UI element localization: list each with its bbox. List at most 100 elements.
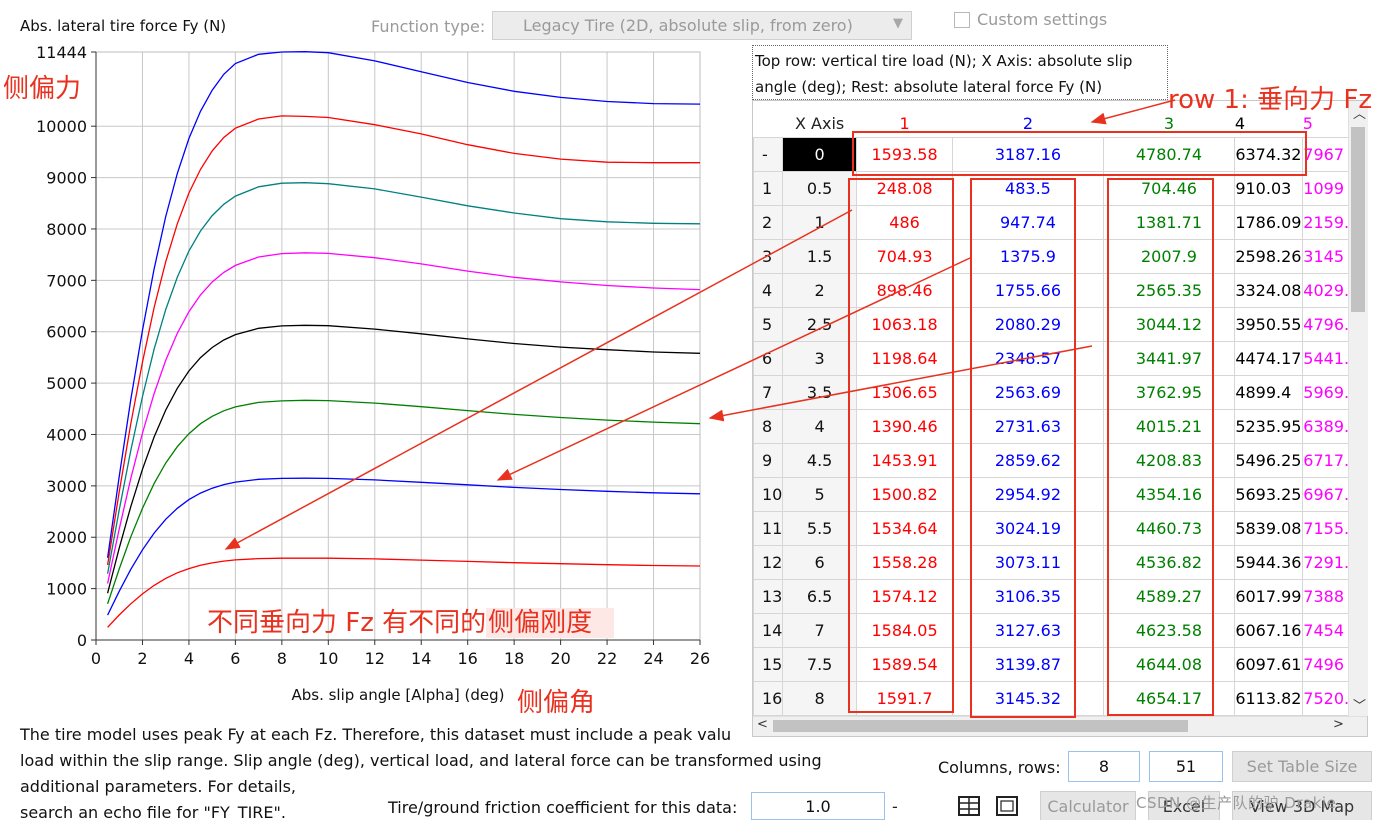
force-cell[interactable]: 3950.55 <box>1234 306 1304 342</box>
force-cell[interactable]: 6113.82 <box>1234 680 1304 716</box>
row1-highlight-box <box>852 131 1307 176</box>
x-axis-label: Abs. slip angle [Alpha] (deg) <box>291 686 504 704</box>
y-tick-label: 11444 <box>36 43 87 62</box>
row-number: 3 <box>753 238 784 274</box>
force-cell[interactable]: 5839.08 <box>1234 510 1304 546</box>
corner-cell <box>754 101 783 137</box>
series-line-7 <box>106 115 700 566</box>
annotation-stiffness: 不同垂向力 Fz 有不同的侧偏刚度 <box>207 602 615 639</box>
x-tick-label: 14 <box>411 649 431 668</box>
x-tick-label: 4 <box>184 649 194 668</box>
force-cell[interactable]: 5496.25 <box>1234 442 1304 478</box>
x-tick-label: 8 <box>277 649 287 668</box>
force-cell[interactable]: 2598.26 <box>1234 238 1304 274</box>
y-tick-label: 7000 <box>46 271 87 290</box>
xaxis-cell-selected[interactable]: 0 <box>782 136 857 172</box>
xaxis-cell[interactable]: 1 <box>782 204 857 240</box>
row-number: 5 <box>753 306 784 342</box>
vertical-scroll-thumb[interactable] <box>1351 127 1365 312</box>
table-view-button[interactable] <box>956 794 984 820</box>
xaxis-cell[interactable]: 4 <box>782 408 857 444</box>
x-tick-label: 10 <box>318 649 338 668</box>
row-number: 10 <box>753 476 784 512</box>
x-tick-label: 20 <box>550 649 570 668</box>
custom-settings-checkbox[interactable] <box>954 12 970 28</box>
force-cell[interactable]: 4474.17 <box>1234 340 1304 376</box>
xaxis-cell[interactable]: 4.5 <box>782 442 857 478</box>
x-tick-label: 22 <box>597 649 617 668</box>
plot-view-button[interactable] <box>994 794 1022 820</box>
y-tick-label: 0 <box>77 631 87 650</box>
watermark: CSDN @生产队的驴 Drakie <box>1136 794 1337 812</box>
force-cell[interactable]: 5693.25 <box>1234 476 1304 512</box>
xaxis-cell[interactable]: 1.5 <box>782 238 857 274</box>
set-table-size-button[interactable]: Set Table Size <box>1232 751 1372 782</box>
col3-highlight-box <box>1107 178 1214 716</box>
y-tick-label: 2000 <box>46 528 87 547</box>
hint-line-1: Top row: vertical tire load (N); X Axis:… <box>755 52 1133 70</box>
table-hint: Top row: vertical tire load (N); X Axis:… <box>752 45 1168 100</box>
function-type-select[interactable]: Legacy Tire (2D, absolute slip, from zer… <box>492 11 912 40</box>
xaxis-cell[interactable]: 5 <box>782 476 857 512</box>
y-tick-label: 1000 <box>46 580 87 599</box>
force-cell[interactable]: 6067.16 <box>1234 612 1304 648</box>
xaxis-cell[interactable]: 3.5 <box>782 374 857 410</box>
series-line-3 <box>106 399 701 605</box>
row-number: 16 <box>753 680 784 716</box>
row-number: 13 <box>753 578 784 614</box>
plot-frame <box>95 51 701 641</box>
x-tick-label: 12 <box>365 649 385 668</box>
row-number: 8 <box>753 408 784 444</box>
rows-input[interactable]: 51 <box>1149 751 1223 782</box>
x-tick-label: 0 <box>91 649 101 668</box>
xaxis-cell[interactable]: 7 <box>782 612 857 648</box>
friction-label: Tire/ground friction coefficient for thi… <box>388 798 738 817</box>
xaxis-cell[interactable]: 2 <box>782 272 857 308</box>
hint-line-2: angle (deg); Rest: absolute lateral forc… <box>755 78 1103 96</box>
force-cell[interactable]: 3324.08 <box>1234 272 1304 308</box>
xaxis-cell[interactable]: 8 <box>782 680 857 716</box>
force-cell[interactable]: 4899.4 <box>1234 374 1304 410</box>
xaxis-cell[interactable]: 6.5 <box>782 578 857 614</box>
x-tick-label: 24 <box>643 649 663 668</box>
row-number: 1 <box>753 170 784 206</box>
xaxis-cell[interactable]: 0.5 <box>782 170 857 206</box>
xaxis-cell[interactable]: 7.5 <box>782 646 857 682</box>
xaxis-cell[interactable]: 6 <box>782 544 857 580</box>
row-number: 2 <box>753 204 784 240</box>
force-cell[interactable]: 910.03 <box>1234 170 1304 206</box>
friction-input[interactable]: 1.0 <box>751 792 885 820</box>
annotation-row1: row 1: 垂向力 Fz <box>1168 85 1372 115</box>
frame-icon <box>996 796 1018 816</box>
row-number: 15 <box>753 646 784 682</box>
y-tick-label: 9000 <box>46 169 87 188</box>
xaxis-cell[interactable]: 2.5 <box>782 306 857 342</box>
xaxis-cell[interactable]: 5.5 <box>782 510 857 546</box>
force-cell[interactable]: 5235.95 <box>1234 408 1304 444</box>
xaxis-cell[interactable]: 3 <box>782 340 857 376</box>
force-cell[interactable]: 1786.09 <box>1234 204 1304 240</box>
row-number: 9 <box>753 442 784 478</box>
force-cell[interactable]: 5944.36 <box>1234 544 1304 580</box>
x-tick-label: 2 <box>137 649 147 668</box>
series-line-4 <box>106 324 701 594</box>
row-number: 12 <box>753 544 784 580</box>
series-line-2 <box>107 477 701 616</box>
calculator-button[interactable]: Calculator <box>1040 791 1136 820</box>
col1-highlight-box <box>848 178 954 713</box>
row-number: 11 <box>753 510 784 546</box>
y-tick-label: 10000 <box>36 117 87 136</box>
series-line-5 <box>106 252 701 584</box>
scroll-down-icon[interactable]: ﹀ <box>1353 695 1366 714</box>
function-type-label: Function type: <box>371 17 486 36</box>
force-cell[interactable]: 6017.99 <box>1234 578 1304 614</box>
row-number: 14 <box>753 612 784 648</box>
scroll-right-icon[interactable]: > <box>1333 717 1344 732</box>
description-line: The tire model uses peak Fy at each Fz. … <box>20 725 732 744</box>
columns-input[interactable]: 8 <box>1068 751 1140 782</box>
col2-highlight-box <box>970 178 1076 718</box>
force-cell[interactable]: 6097.61 <box>1234 646 1304 682</box>
dropdown-arrow-icon: ▼ <box>893 16 903 31</box>
y-tick-label: 8000 <box>46 220 87 239</box>
row-number: 4 <box>753 272 784 308</box>
